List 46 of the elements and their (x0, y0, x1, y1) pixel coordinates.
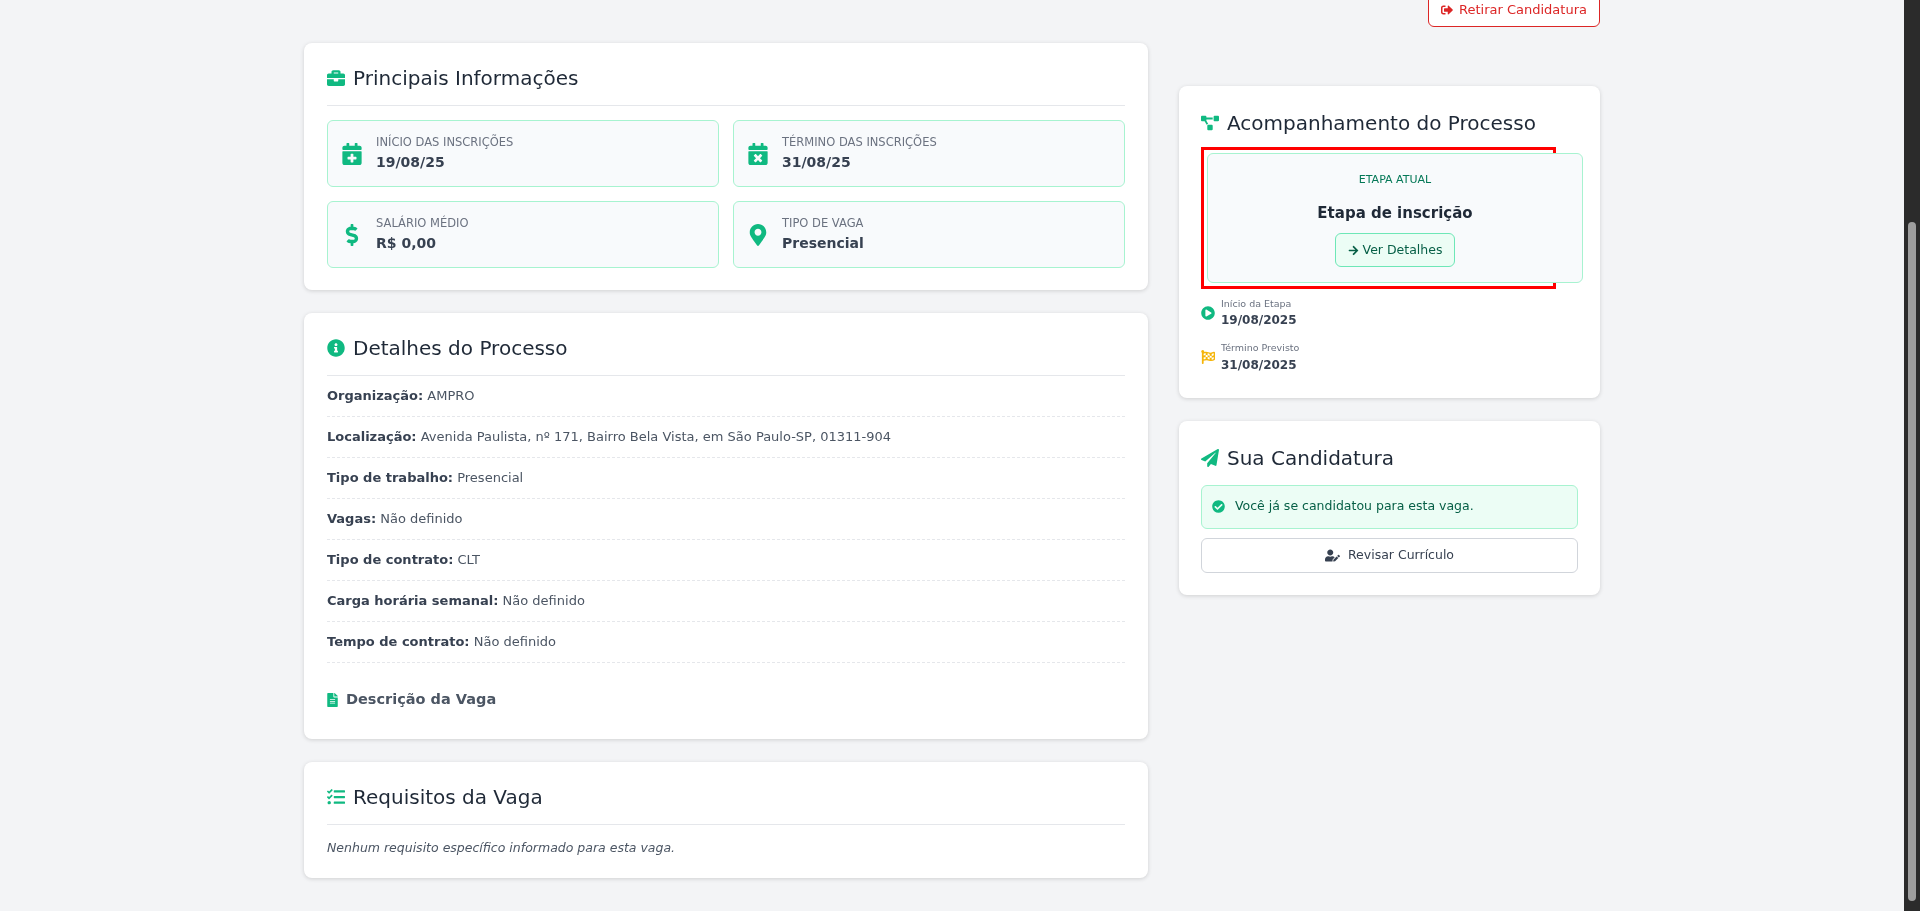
info-value: 19/08/25 (376, 152, 446, 172)
date-value: 31/08/2025 (1221, 356, 1298, 374)
sign-out-icon (1441, 3, 1454, 16)
detail-text: Tempo de contrato: Não definido (327, 633, 556, 652)
checklist-icon (327, 787, 345, 806)
view-details-button[interactable]: Ver Detalhes (1334, 233, 1456, 267)
date-value: 19/08/2025 (1221, 312, 1297, 330)
info-label: INÍCIO DAS INSCRIÇÕES (376, 134, 514, 152)
date-label: Início da Etapa (1221, 297, 1293, 311)
calendar-x-icon (748, 142, 768, 165)
review-resume-button[interactable]: Revisar Currículo (1201, 537, 1578, 573)
date-label: Término Previsto (1221, 341, 1300, 356)
empty-message: Nenhum requisito específico informado para esta vaga. (327, 838, 677, 857)
arrow-right-icon (1347, 244, 1359, 256)
info-icon (327, 339, 345, 357)
info-label: TÉRMINO DAS INSCRIÇÕES (782, 134, 937, 152)
user-edit-icon (1324, 548, 1340, 562)
stage-caption: ETAPA ATUAL (1358, 172, 1432, 188)
card-title: Acompanhamento do Processo (1227, 110, 1536, 137)
card-title: Detalhes do Processo (353, 335, 568, 362)
briefcase-icon (327, 69, 345, 87)
info-value: Presencial (782, 233, 864, 253)
detail-text: Tipo de trabalho: Presencial (327, 469, 524, 488)
detail-text: Carga horária semanal: Não definido (327, 592, 585, 611)
detail-text: Organização: AMPRO (327, 387, 475, 406)
checkered-flag-icon (1201, 350, 1215, 365)
detail-text: Tipo de contrato: CLT (327, 551, 480, 570)
detail-text: Localização: Avenida Paulista, nº 171, Bairro Bela Vista, em São Paulo-SP, 01311-904 (327, 428, 892, 447)
info-value: 31/08/25 (782, 152, 852, 172)
notice-text: Você já se candidatou para esta vaga. (1235, 497, 1474, 516)
map-pin-icon (748, 223, 768, 246)
info-label: SALÁRIO MÉDIO (376, 215, 469, 233)
card-title: Sua Candidatura (1227, 444, 1395, 472)
info-value: R$ 0,00 (376, 233, 437, 253)
calendar-plus-icon (342, 142, 362, 165)
detail-text: Vagas: Não definido (327, 510, 463, 529)
withdraw-button[interactable]: Retirar Candidatura (1428, 0, 1600, 27)
card-title: Principais Informações (353, 65, 579, 92)
stage-name: Etapa de inscrição (1317, 202, 1473, 224)
play-icon (1201, 306, 1215, 321)
card-title: Requisitos da Vaga (353, 783, 543, 811)
info-label: TIPO DE VAGA (782, 215, 864, 233)
paper-plane-icon (1201, 448, 1219, 467)
diagram-icon (1201, 114, 1219, 132)
section-subheading: Descrição da Vaga (346, 690, 497, 709)
document-icon (327, 692, 338, 707)
